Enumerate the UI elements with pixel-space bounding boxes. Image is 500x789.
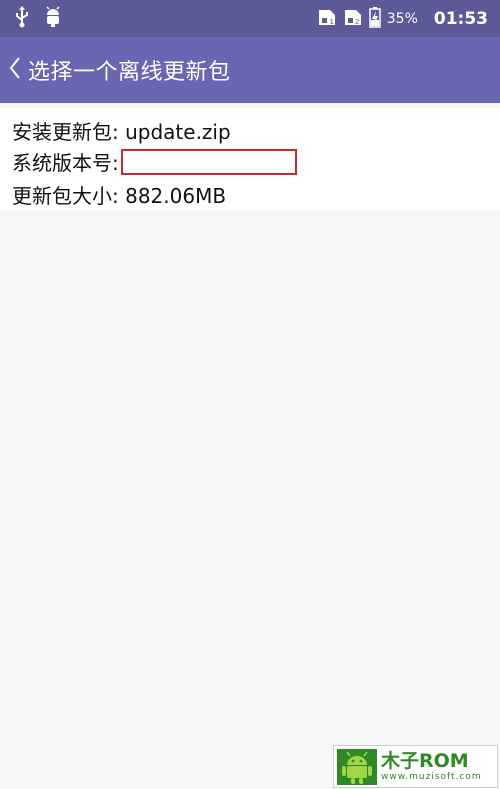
update-info-panel: 安装更新包: update.zip 系统版本号: 更新包大小: 882.06MB xyxy=(0,108,500,211)
usb-icon xyxy=(14,6,30,32)
package-size-text: 更新包大小: 882.06MB xyxy=(12,184,227,208)
version-label: 系统版本号: xyxy=(12,151,119,175)
android-robot-logo-icon xyxy=(337,748,377,785)
chevron-left-icon xyxy=(9,56,21,84)
sim-card-2-icon: 2 xyxy=(343,7,363,31)
status-bar-right: 1 2 35% 01:53 xyxy=(317,0,488,37)
page-title: 选择一个离线更新包 xyxy=(28,60,231,85)
clock: 01:53 xyxy=(433,8,488,29)
battery-percent: 35% xyxy=(386,10,418,27)
watermark-url: www.muzisoft.com xyxy=(381,772,482,782)
battery-charging-icon xyxy=(369,6,381,32)
android-debug-icon xyxy=(44,6,62,32)
version-row: 系统版本号: xyxy=(12,147,297,176)
sim-card-1-icon: 1 xyxy=(317,7,337,31)
package-size-row: 更新包大小: 882.06MB xyxy=(12,180,226,209)
back-button[interactable] xyxy=(2,37,28,103)
watermark-text: 木子ROM www.muzisoft.com xyxy=(381,750,482,783)
watermark: 木子ROM www.muzisoft.com xyxy=(333,745,498,788)
watermark-brand: 木子ROM xyxy=(381,750,469,772)
status-bar-left xyxy=(14,6,62,32)
package-name-text: 安装更新包: update.zip xyxy=(12,120,231,144)
svg-text:2: 2 xyxy=(355,18,359,26)
svg-text:1: 1 xyxy=(329,18,333,26)
app-bar: 选择一个离线更新包 xyxy=(0,37,500,103)
version-value-highlight xyxy=(120,148,297,175)
status-bar: 1 2 35% 01:53 xyxy=(0,0,500,37)
package-name-row: 安装更新包: update.zip xyxy=(12,116,231,145)
